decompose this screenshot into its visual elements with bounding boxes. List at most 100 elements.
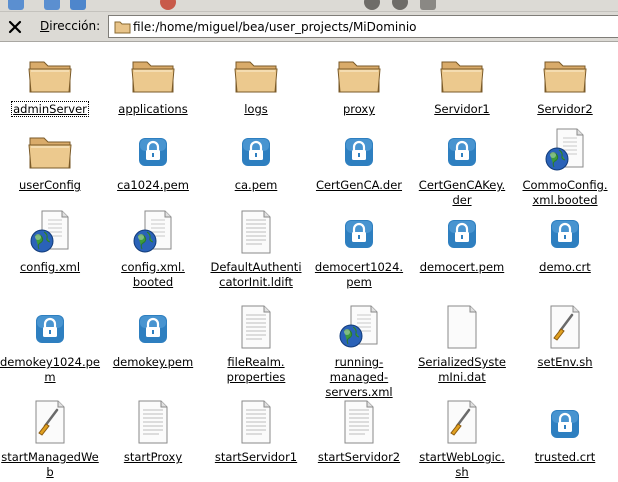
file-item[interactable]: startWebLogic. sh: [410, 398, 514, 480]
folder-icon[interactable]: [26, 50, 74, 98]
file-item[interactable]: demo.crt: [513, 208, 617, 275]
zoom-out-icon[interactable]: [392, 0, 408, 10]
file-item[interactable]: CommoConfig. xml.booted: [513, 126, 617, 208]
folder-icon[interactable]: [541, 50, 589, 98]
file-item-label: demokey1024.pem: [0, 355, 101, 384]
folder-icon: [114, 20, 131, 34]
file-item-label: proxy: [342, 102, 376, 116]
folder-icon[interactable]: [232, 50, 280, 98]
file-item-label: ca1024.pem: [117, 178, 189, 192]
file-item[interactable]: DefaultAuthenti catorInit.ldift: [204, 208, 308, 290]
file-item-label: trusted.crt: [534, 450, 596, 464]
forward-arrow-icon[interactable]: [70, 0, 86, 10]
file-item-label: democert.pem: [419, 260, 505, 274]
file-item-label: startWebLogic. sh: [419, 450, 505, 479]
file-item[interactable]: userConfig: [0, 126, 102, 193]
file-item-label: startServidor2: [317, 450, 401, 464]
clear-address-icon[interactable]: [8, 20, 22, 34]
folder-icon[interactable]: [129, 50, 177, 98]
file-item-label: fileRealm. properties: [226, 355, 286, 384]
globe-document-icon[interactable]: [26, 208, 74, 256]
address-field[interactable]: [108, 15, 618, 38]
view-options-icon[interactable]: [420, 0, 436, 10]
lock-icon[interactable]: [335, 208, 383, 256]
address-bar: Dirección:: [0, 12, 618, 42]
script-icon[interactable]: [26, 398, 74, 446]
script-icon[interactable]: [438, 398, 486, 446]
file-item[interactable]: startServidor2: [307, 398, 411, 465]
file-item-label: ca.pem: [234, 178, 278, 192]
file-item-label: Servidor2: [537, 102, 593, 116]
file-item[interactable]: startProxy: [101, 398, 205, 465]
file-item-label: logs: [244, 102, 268, 116]
file-item[interactable]: config.xml: [0, 208, 102, 275]
file-item-label: democert1024. pem: [314, 260, 404, 289]
text-document-icon[interactable]: [232, 398, 280, 446]
globe-document-icon[interactable]: [541, 126, 589, 174]
folder-icon[interactable]: [335, 50, 383, 98]
file-item[interactable]: ca1024.pem: [101, 126, 205, 193]
file-item-label: SerializedSyste mIni.dat: [418, 355, 506, 384]
file-manager-window: Dirección: adminServer applications logs: [0, 0, 618, 482]
lock-icon[interactable]: [438, 208, 486, 256]
file-item[interactable]: setEnv.sh: [513, 303, 617, 370]
file-item[interactable]: demokey1024.pem: [0, 303, 102, 385]
file-item-label: running-managed-servers.xml: [325, 355, 393, 399]
address-input[interactable]: [133, 18, 613, 35]
folder-icon[interactable]: [438, 50, 486, 98]
file-item-label: startManagedWebLogic.sh: [1, 450, 99, 482]
file-item[interactable]: trusted.crt: [513, 398, 617, 465]
file-item-label: config.xml. booted: [121, 260, 185, 289]
file-item[interactable]: startServidor1: [204, 398, 308, 465]
lock-icon[interactable]: [335, 126, 383, 174]
file-item[interactable]: config.xml. booted: [101, 208, 205, 290]
lock-icon[interactable]: [129, 303, 177, 351]
file-item[interactable]: Servidor2: [513, 50, 617, 117]
folder-icon[interactable]: [26, 126, 74, 174]
globe-document-icon[interactable]: [335, 303, 383, 351]
file-item-label: setEnv.sh: [537, 355, 593, 369]
file-item[interactable]: Servidor1: [410, 50, 514, 117]
stop-icon[interactable]: [160, 0, 176, 10]
lock-icon[interactable]: [26, 303, 74, 351]
lock-icon[interactable]: [541, 398, 589, 446]
script-icon[interactable]: [541, 303, 589, 351]
file-item-label: startProxy: [123, 450, 183, 464]
file-item[interactable]: democert1024. pem: [307, 208, 411, 290]
address-label: Dirección:: [40, 19, 101, 33]
file-item[interactable]: ca.pem: [204, 126, 308, 193]
file-item[interactable]: demokey.pem: [101, 303, 205, 370]
file-item-label: Servidor1: [434, 102, 490, 116]
file-item[interactable]: fileRealm. properties: [204, 303, 308, 385]
file-item[interactable]: democert.pem: [410, 208, 514, 275]
blank-document-icon[interactable]: [438, 303, 486, 351]
lock-icon[interactable]: [232, 126, 280, 174]
lock-icon[interactable]: [541, 208, 589, 256]
file-item-label: userConfig: [19, 178, 81, 192]
file-item[interactable]: running-managed-servers.xml: [307, 303, 411, 400]
toolbar: [0, 0, 618, 12]
file-item-label: CommoConfig. xml.booted: [522, 178, 608, 207]
lock-icon[interactable]: [438, 126, 486, 174]
file-item[interactable]: applications: [101, 50, 205, 117]
file-item[interactable]: logs: [204, 50, 308, 117]
text-document-icon[interactable]: [129, 398, 177, 446]
file-item[interactable]: CertGenCAKey. der: [410, 126, 514, 208]
globe-document-icon[interactable]: [129, 208, 177, 256]
back-icon[interactable]: [8, 0, 24, 10]
text-document-icon[interactable]: [232, 303, 280, 351]
file-item-label: adminServer: [11, 101, 89, 117]
file-item-label: DefaultAuthenti catorInit.ldift: [210, 260, 302, 289]
file-item[interactable]: SerializedSyste mIni.dat: [410, 303, 514, 385]
file-item[interactable]: startManagedWebLogic.sh: [0, 398, 102, 482]
text-document-icon[interactable]: [335, 398, 383, 446]
file-item[interactable]: proxy: [307, 50, 411, 117]
text-document-icon[interactable]: [232, 208, 280, 256]
file-item-label: CertGenCAKey. der: [418, 178, 506, 207]
lock-icon[interactable]: [129, 126, 177, 174]
file-item[interactable]: CertGenCA.der: [307, 126, 411, 193]
zoom-in-icon[interactable]: [364, 0, 380, 10]
file-item-label: CertGenCA.der: [315, 178, 403, 192]
file-item[interactable]: adminServer: [0, 50, 102, 117]
forward-icon[interactable]: [44, 0, 60, 10]
